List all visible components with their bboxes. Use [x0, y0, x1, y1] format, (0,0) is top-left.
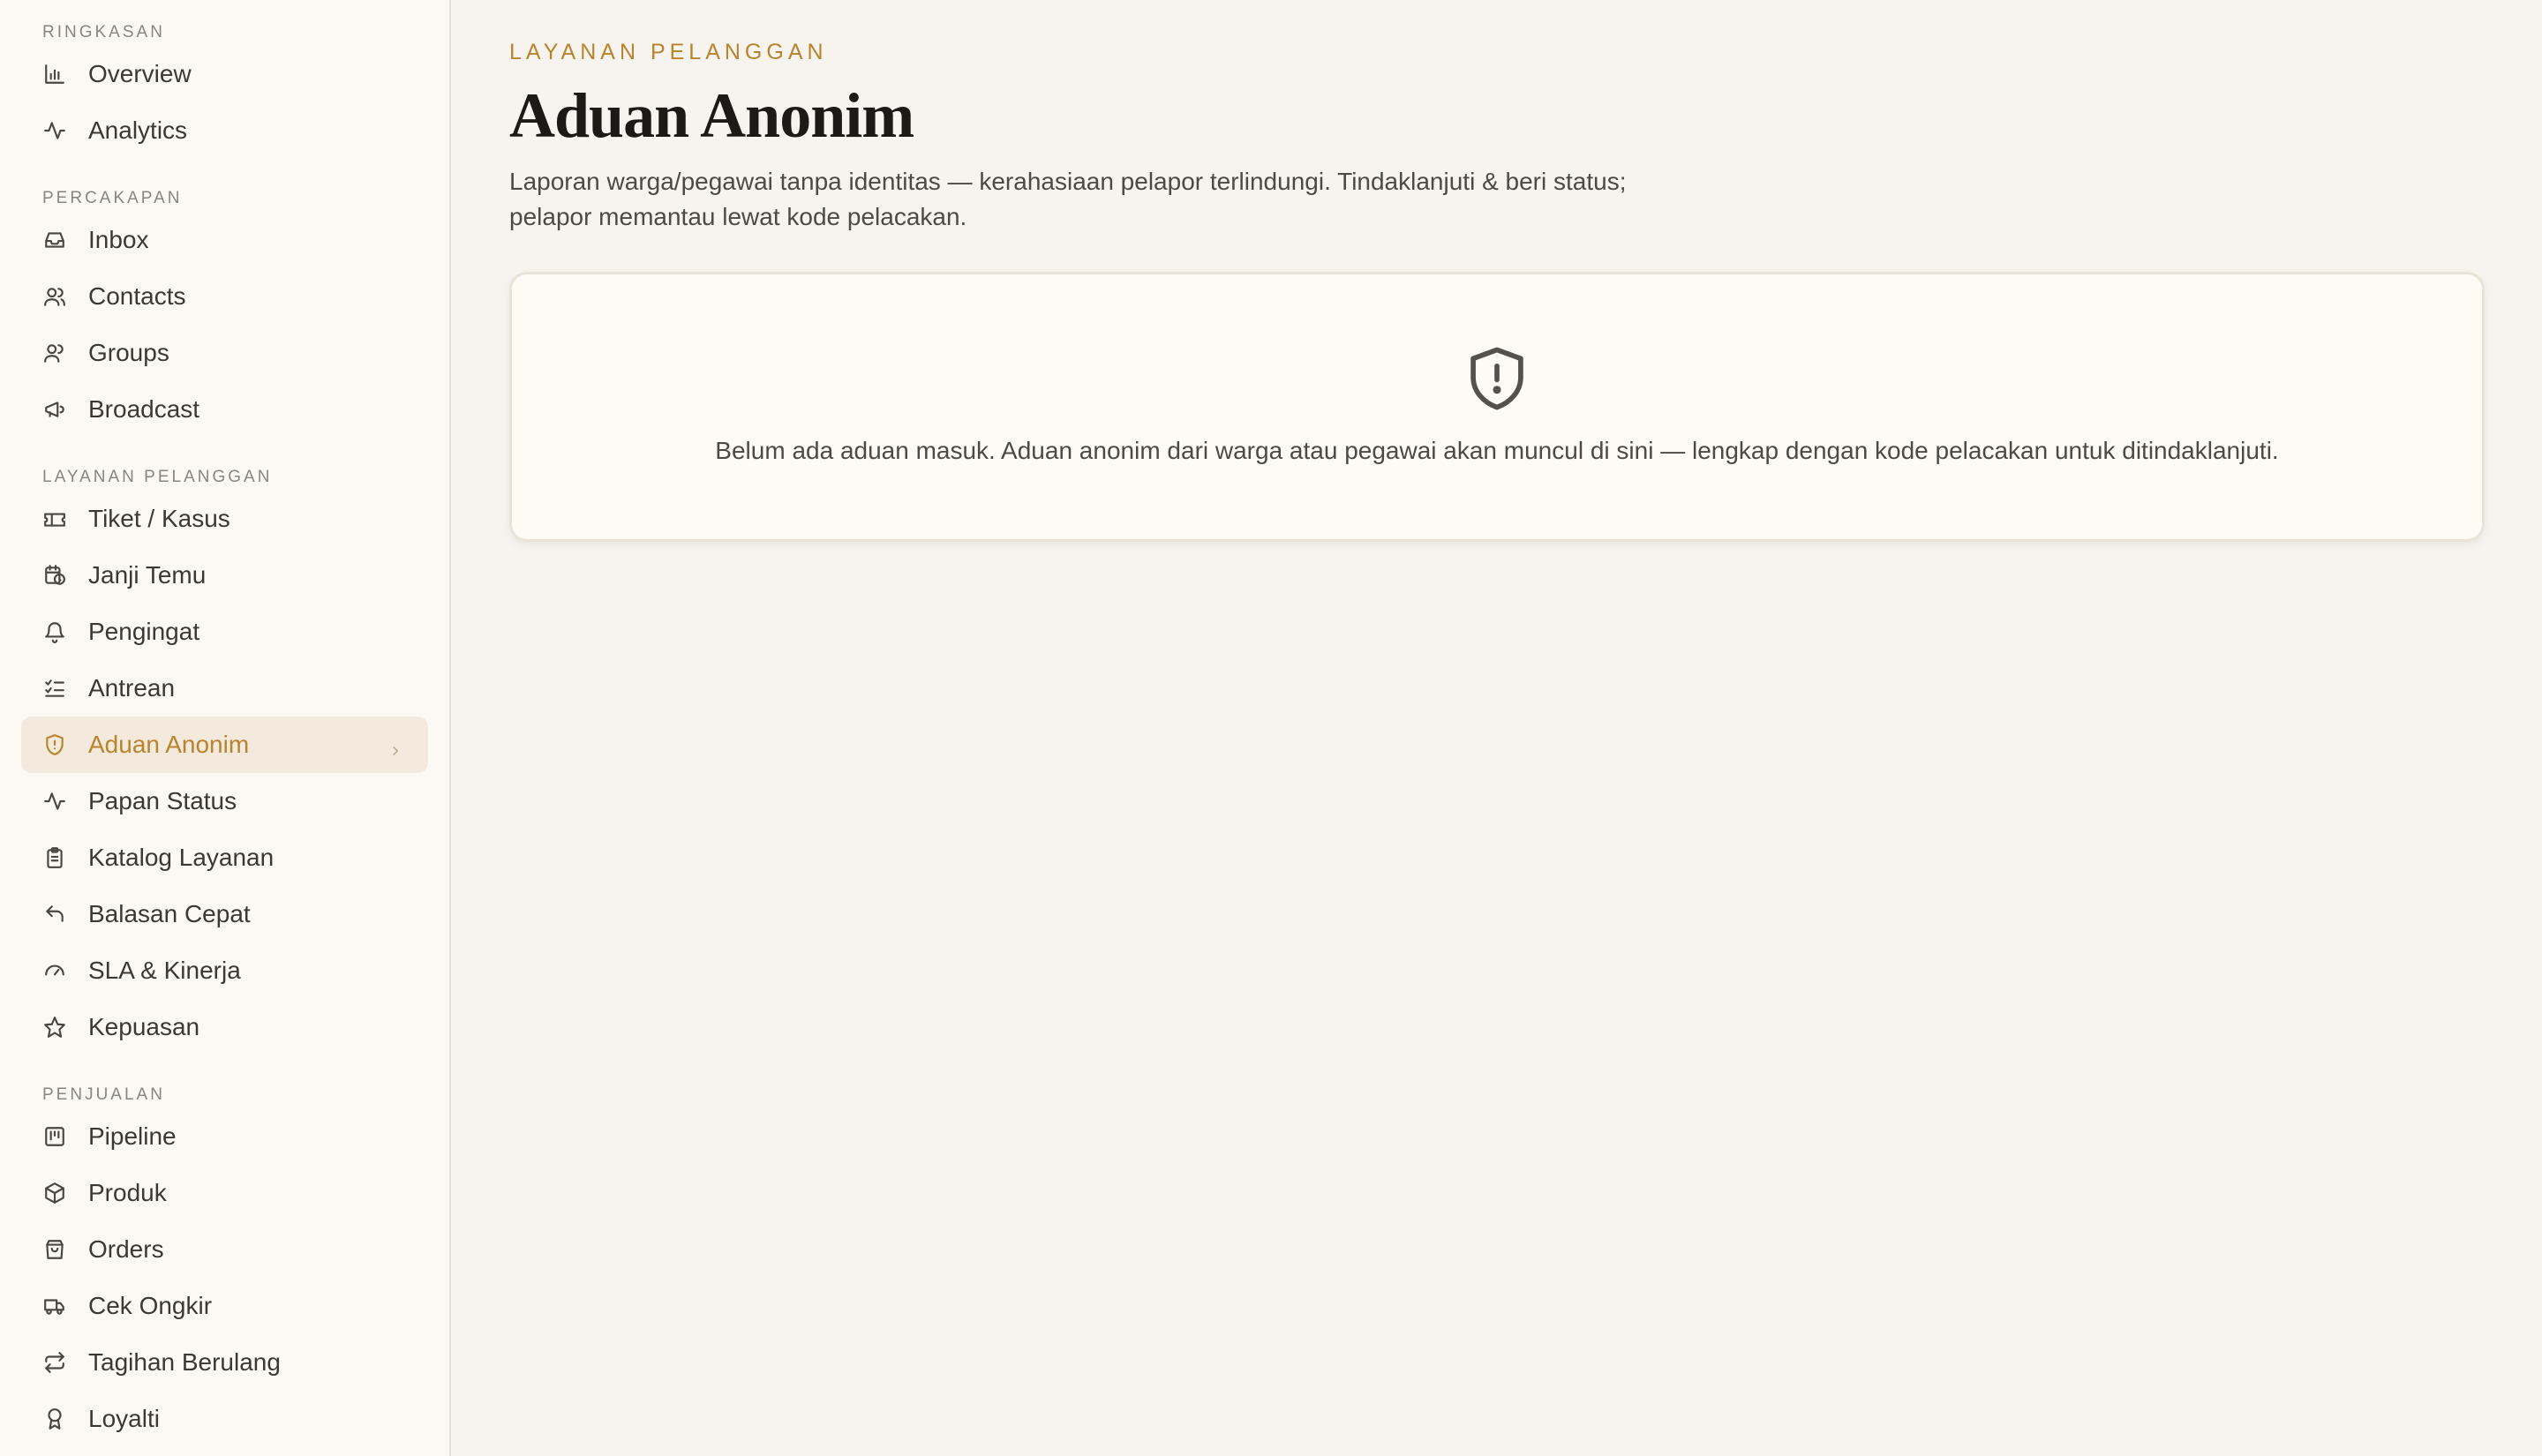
sidebar-item-label: Tiket / Kasus [88, 505, 230, 532]
sidebar-item-antrean[interactable]: Antrean [21, 660, 428, 717]
sidebar-item-papan-status[interactable]: Papan Status [21, 773, 428, 829]
reply-icon [42, 902, 67, 927]
sidebar-item-sla-kinerja[interactable]: SLA & Kinerja [21, 942, 428, 999]
sidebar-item-label: Pengingat [88, 618, 200, 645]
sidebar-item-label: Tagihan Berulang [88, 1348, 281, 1376]
kanban-icon [42, 1124, 67, 1149]
sidebar-item-loyalti[interactable]: Loyalti [21, 1391, 428, 1447]
sidebar-section-label: RINGKASAN [42, 23, 165, 41]
sidebar-item-aduan-anonim[interactable]: Aduan Anonim [21, 717, 428, 773]
sidebar-item-inbox[interactable]: Inbox [21, 212, 428, 268]
package-icon [42, 1181, 67, 1205]
sidebar-item-label: Contacts [88, 282, 186, 310]
sidebar-section-label: LAYANAN PELANGGAN [42, 468, 273, 486]
sidebar-item-label: Papan Status [88, 787, 237, 814]
group-icon [42, 341, 67, 365]
sidebar-item-pipeline[interactable]: Pipeline [21, 1108, 428, 1165]
inbox-icon [42, 228, 67, 252]
sidebar: RINGKASAN Overview Analytics PERCAKAPAN Inbo… [0, 0, 451, 1456]
sidebar-item-label: Janji Temu [88, 561, 207, 589]
sidebar-item-contacts[interactable]: Contacts [21, 268, 428, 325]
sidebar-item-label: Balasan Cepat [88, 900, 251, 927]
sidebar-item-tagihan-berulang[interactable]: Tagihan Berulang [21, 1334, 428, 1391]
sidebar-item-label: SLA & Kinerja [88, 957, 241, 984]
sidebar-item-label: Broadcast [88, 395, 200, 423]
sidebar-item-label: Aduan Anonim [88, 731, 250, 758]
sidebar-item-orders[interactable]: Orders [21, 1221, 428, 1278]
sidebar-item-kepuasan[interactable]: Kepuasan [21, 999, 428, 1055]
repeat-icon [42, 1350, 67, 1375]
empty-state-message: Belum ada aduan masuk. Aduan anonim dari… [715, 437, 2279, 464]
sidebar-item-overview[interactable]: Overview [21, 46, 428, 102]
sidebar-item-produk[interactable]: Produk [21, 1165, 428, 1221]
ticket-icon [42, 507, 67, 531]
sidebar-item-katalog-layanan[interactable]: Katalog Layanan [21, 829, 428, 886]
shield-alert-icon [1467, 345, 1527, 412]
shield-alert-icon [42, 732, 67, 757]
sidebar-section-label: PENJUALAN [42, 1085, 165, 1104]
sidebar-nav: RINGKASAN Overview Analytics PERCAKAPAN Inbo… [0, 19, 449, 1447]
sidebar-item-balasan-cepat[interactable]: Balasan Cepat [21, 886, 428, 942]
award-icon [42, 1407, 67, 1431]
sidebar-item-label: Pipeline [88, 1122, 177, 1150]
megaphone-icon [42, 397, 67, 422]
bell-icon [42, 619, 67, 644]
truck-icon [42, 1294, 67, 1318]
sidebar-item-groups[interactable]: Groups [21, 325, 428, 381]
calendar-clock-icon [42, 563, 67, 588]
bar-chart-icon [42, 62, 67, 86]
clipboard-icon [42, 845, 67, 870]
sidebar-item-pengingat[interactable]: Pengingat [21, 604, 428, 660]
activity-icon [42, 118, 67, 143]
empty-state-card: Belum ada aduan masuk. Aduan anonim dari… [509, 272, 2485, 542]
sidebar-item-label: Antrean [88, 674, 176, 702]
sidebar-item-label: Orders [88, 1235, 164, 1263]
sidebar-item-label: Kepuasan [88, 1013, 200, 1040]
activity-icon [42, 789, 67, 814]
sidebar-item-label: Groups [88, 339, 169, 366]
sidebar-item-janji-temu[interactable]: Janji Temu [21, 547, 428, 604]
main-content: LAYANAN PELANGGAN Aduan Anonim Laporan w… [509, 0, 2486, 542]
sidebar-item-label: Katalog Layanan [88, 844, 275, 871]
sidebar-item-label: Inbox [88, 226, 149, 253]
shopping-bag-icon [42, 1237, 67, 1262]
sidebar-item-label: Overview [88, 60, 192, 87]
page-title: Aduan Anonim [509, 80, 914, 151]
sidebar-item-analytics[interactable]: Analytics [21, 102, 428, 159]
users-icon [42, 284, 67, 309]
sidebar-item-label: Cek Ongkir [88, 1292, 213, 1319]
star-icon [42, 1015, 67, 1039]
sidebar-item-broadcast[interactable]: Broadcast [21, 381, 428, 438]
sidebar-item-label: Loyalti [88, 1405, 160, 1432]
sidebar-item-label: Produk [88, 1179, 167, 1206]
sidebar-item-label: Analytics [88, 116, 188, 144]
list-checks-icon [42, 676, 67, 701]
page-eyebrow: LAYANAN PELANGGAN [509, 40, 828, 64]
chevron-right-icon [387, 737, 403, 756]
page-description: Laporan warga/pegawai tanpa identitas — … [509, 168, 1627, 230]
sidebar-item-cek-ongkir[interactable]: Cek Ongkir [21, 1278, 428, 1334]
sidebar-item-tiket-kasus[interactable]: Tiket / Kasus [21, 491, 428, 547]
sidebar-section-label: PERCAKAPAN [42, 189, 183, 207]
gauge-icon [42, 958, 67, 983]
